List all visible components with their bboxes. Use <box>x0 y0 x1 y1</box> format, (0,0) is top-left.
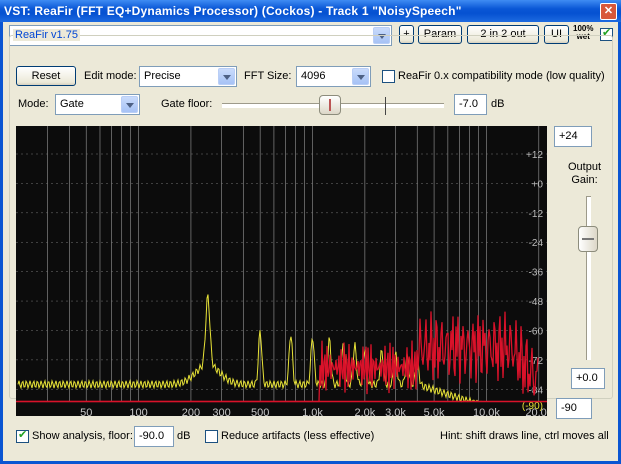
db-label: +0 <box>532 179 544 190</box>
db-label: -84 <box>529 385 544 396</box>
output-gain-slider-thumb[interactable] <box>578 226 598 252</box>
analysis-floor-input[interactable]: -90.0 <box>134 426 174 447</box>
freq-label: 1.0k <box>302 407 323 416</box>
thumb-grip-icon <box>329 99 331 111</box>
freq-label: 500 <box>251 407 269 416</box>
plugin-version-label: ReaFir v1.75 <box>13 29 80 41</box>
edit-mode-dropdown[interactable]: Precise <box>139 66 237 87</box>
freq-label: 50 <box>80 407 92 416</box>
db-label: -48 <box>529 297 544 308</box>
fft-size-value: 4096 <box>301 70 326 82</box>
freq-label: 5.0k <box>424 407 445 416</box>
mode-dropdown[interactable]: Gate <box>55 94 140 115</box>
freq-label: 100 <box>129 407 147 416</box>
freq-label: 300 <box>212 407 230 416</box>
window-title: VST: ReaFir (FFT EQ+Dynamics Processor) … <box>4 4 462 18</box>
edit-mode-value: Precise <box>144 70 181 82</box>
output-min-value[interactable]: -90 <box>556 398 592 419</box>
gate-floor-slider-thumb[interactable] <box>319 95 341 115</box>
gate-floor-tick <box>385 97 386 115</box>
gate-floor-unit: dB <box>491 98 505 110</box>
show-analysis-label: Show analysis, floor: <box>32 430 133 442</box>
analysis-curve <box>17 294 538 403</box>
fft-size-dropdown[interactable]: 4096 <box>296 66 371 87</box>
compat-checkbox[interactable] <box>382 70 395 83</box>
db-label: -24 <box>529 238 544 249</box>
frequency-graph[interactable]: +12 +0 -12 -24 -36 -48 -60 -72 -84 (-90) 50 100 200 3… <box>16 126 547 416</box>
analysis-floor-unit: dB <box>177 430 191 442</box>
gate-floor-input[interactable]: -7.0 <box>454 94 487 115</box>
close-icon[interactable]: ✕ <box>600 3 617 20</box>
hint-text: Hint: shift draws line, ctrl moves all <box>440 430 609 442</box>
gate-floor-label: Gate floor: <box>161 98 213 110</box>
db-label: -60 <box>529 326 544 337</box>
chevron-down-icon[interactable] <box>218 68 235 85</box>
chevron-down-icon[interactable] <box>352 68 369 85</box>
edit-mode-label: Edit mode: <box>84 70 137 82</box>
output-gain-slider-track[interactable] <box>586 196 591 360</box>
db-label: +12 <box>526 150 543 161</box>
freq-label: 3.0k <box>385 407 406 416</box>
output-gain-label: Output Gain: <box>568 161 602 186</box>
graph-canvas[interactable]: +12+0-12-24-36-48-60-72-84(-90)50 100 200 3… <box>16 126 547 416</box>
fft-size-label: FFT Size: <box>244 70 292 82</box>
freq-label: 10.0k <box>473 407 500 416</box>
compat-label: ReaFir 0.x compatibility mode (low quali… <box>398 70 605 82</box>
mode-value: Gate <box>60 98 84 110</box>
output-current-value[interactable]: +0.0 <box>571 368 605 389</box>
reduce-artifacts-checkbox[interactable] <box>205 430 218 443</box>
output-max-value[interactable]: +24 <box>554 126 592 147</box>
reduce-artifacts-label: Reduce artifacts (less effective) <box>221 430 375 442</box>
thumb-grip-icon <box>582 238 594 240</box>
mode-label: Mode: <box>18 98 49 110</box>
db-label: -36 <box>529 268 544 279</box>
freq-label: 200 <box>182 407 200 416</box>
title-bar: VST: ReaFir (FFT EQ+Dynamics Processor) … <box>0 0 621 22</box>
freq-label: 20.0k <box>525 407 547 416</box>
freq-label: 2.0k <box>354 407 375 416</box>
chevron-down-icon[interactable] <box>121 96 138 113</box>
gate-curve <box>18 311 539 403</box>
db-label: -12 <box>529 209 544 220</box>
reset-button[interactable]: Reset <box>16 66 76 86</box>
show-analysis-checkbox[interactable] <box>16 428 29 443</box>
